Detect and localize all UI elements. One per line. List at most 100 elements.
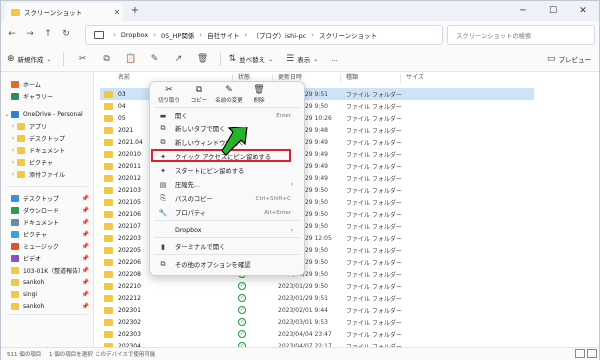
file-row[interactable]: 202212 ✓ 2023/01/29 9:51 ファイル フォルダー [100,292,534,304]
chevron-icon[interactable]: › [9,123,17,130]
close-window-button[interactable]: ✕ [569,3,597,19]
sidebar-item[interactable]: singi 📌 [1,288,93,300]
sidebar-item[interactable]: › 添付ファイル [1,168,93,180]
sidebar-item[interactable]: ミュージック 📌 [1,240,93,252]
sidebar-item[interactable]: ドキュメント 📌 [1,216,93,228]
file-name: 202301 [118,306,141,314]
sidebar-item[interactable]: ホーム [1,78,93,90]
context-menu-item[interactable]: Dropbox › [153,224,301,237]
file-type: ファイル フォルダー [346,127,402,135]
file-row[interactable]: 202302 ✓ 2023/03/01 9:53 ファイル フォルダー [100,316,534,328]
address-bar[interactable]: › Dropbox › 05_HP関係 › 自社サイト › （ブログ）ishi-… [85,25,443,45]
file-type: ファイル フォルダー [346,211,402,219]
file-type: ファイル フォルダー [346,139,402,147]
pin-icon: 📌 [81,278,89,286]
delete-icon[interactable]: 🗑 [194,54,212,64]
column-name[interactable]: 名前 [118,72,130,84]
breadcrumb-site[interactable]: 自社サイト [207,30,240,40]
sidebar-item[interactable]: ダウンロード 📌 [1,204,93,216]
paste-icon[interactable]: 📋 [122,54,140,64]
sidebar-item[interactable]: sankoh 📌 [1,300,93,312]
folder-icon [104,318,113,326]
back-icon[interactable]: ← [5,27,19,41]
file-name: 202212 [118,294,141,302]
sidebar-item[interactable]: › ピクチャ [1,156,93,168]
menu-item-icon: ⧉ [160,138,166,146]
breadcrumb-blog[interactable]: （ブログ）ishi-pc [252,30,306,40]
sidebar-item-label: 添付ファイル [29,171,66,179]
up-icon[interactable]: ↑ [41,27,55,41]
pin-icon: 📌 [81,218,89,226]
chevron-icon[interactable]: › [9,171,17,178]
quick-action-button[interactable]: ✎ 名前の変更 [214,85,244,107]
new-button[interactable]: ⊕ 新規作成 ⌄ [7,50,55,68]
quick-action-button[interactable]: ⧉ コピー [184,85,214,107]
chevron-icon[interactable]: ⌄ [3,111,11,118]
rename-icon[interactable]: ✎ [146,54,164,64]
chevron-icon[interactable]: › [9,135,17,142]
quick-action-button[interactable]: ✂ 切り取り [154,85,184,107]
chevron-icon[interactable]: › [9,147,17,154]
context-menu-item[interactable]: ⧉ その他のオプションを確認 [153,258,301,271]
breadcrumb-dropbox[interactable]: Dropbox [121,31,148,39]
sidebar-item[interactable]: ピクチャ 📌 [1,228,93,240]
file-name: 202303 [118,330,141,338]
context-menu-item[interactable]: ▤ 圧縮先... › [153,178,301,191]
folder-icon [104,306,113,314]
maximize-button[interactable]: ☐ [539,3,567,19]
share-icon[interactable]: ↗ [170,54,188,64]
sidebar-item[interactable]: sankoh 📌 [1,276,93,288]
forward-icon[interactable]: → [23,27,37,41]
breadcrumb-current[interactable]: スクリーンショット [319,30,377,40]
computer-icon [94,31,104,39]
chevron-icon[interactable]: › [9,159,17,166]
sidebar-item[interactable]: › デスクトップ [1,132,93,144]
folder-icon [104,174,113,182]
file-row[interactable]: 202210 ✓ 2023/01/29 9:50 ファイル フォルダー [100,280,534,292]
sidebar-item[interactable]: 103-01K（整道報告） 📌 [1,264,93,276]
context-menu-item[interactable]: ▬ 開く Enter [153,109,301,122]
search-input[interactable]: スクリーンショットの検索 [447,25,595,45]
tiles-view-icon[interactable] [587,349,597,358]
details-view-icon[interactable] [575,349,585,358]
breadcrumb-hp[interactable]: 05_HP関係 [161,30,194,40]
new-tab-button[interactable]: + [129,5,141,17]
folder-icon [11,92,19,100]
context-menu-item[interactable]: ⎘ パスのコピー Ctrl+Shift+C [153,192,301,205]
modified-date: 2023/04/04 23:47 [278,330,332,338]
column-size[interactable]: サイズ [406,72,424,84]
file-row[interactable]: 202303 ✓ 2023/04/04 23:47 ファイル フォルダー [100,328,534,340]
menu-divider [154,254,300,255]
refresh-icon[interactable]: ↻ [59,27,73,41]
column-type[interactable]: 種類 [346,72,358,84]
sidebar-item[interactable]: ⌄ OneDrive - Personal [1,108,93,120]
view-button[interactable]: ☰ 表示 ⌄ [286,50,321,68]
copy-icon[interactable]: ⧉ [98,54,116,64]
more-button[interactable]: … [331,50,338,68]
context-menu-item[interactable]: ✦ スタートにピン留めする [153,164,301,177]
close-tab-icon[interactable]: ✕ [111,8,123,17]
tab-screenshots[interactable]: スクリーンショット ✕ [5,3,123,21]
menu-item-shortcut: Enter [276,112,291,119]
sidebar-item[interactable]: › ドキュメント [1,144,93,156]
file-row[interactable]: 202301 ✓ 2023/02/01 9:44 ファイル フォルダー [100,304,534,316]
sidebar-item[interactable]: ギャラリー [1,90,93,102]
quick-action-label: 切り取り [157,98,180,104]
context-menu-item[interactable]: ▮ ターミナルで開く [153,240,301,253]
sidebar-item[interactable]: デスクトップ 📌 [1,192,93,204]
quick-action-icon: ✂ [165,85,173,95]
sidebar-item[interactable]: ビデオ 📌 [1,252,93,264]
file-type: ファイル フォルダー [346,223,402,231]
sidebar-item[interactable]: › アプリ [1,120,93,132]
minimize-button[interactable]: ─ [509,3,537,19]
context-menu-item[interactable]: 🔧 プロパティ Alt+Enter [153,206,301,219]
chevron-down-icon: ⌄ [268,55,274,63]
sort-icon: ⇅ [228,54,237,64]
folder-icon [17,122,25,130]
preview-button[interactable]: ▭ プレビュー [547,50,591,68]
quick-action-label: 削除 [253,98,265,104]
quick-action-label: 名前の変更 [215,98,243,104]
sort-button[interactable]: ⇅ 並べ替え ⌄ [229,50,277,68]
cut-icon[interactable]: ✂ [74,54,92,64]
quick-action-button[interactable]: 🗑 削除 [244,85,274,107]
